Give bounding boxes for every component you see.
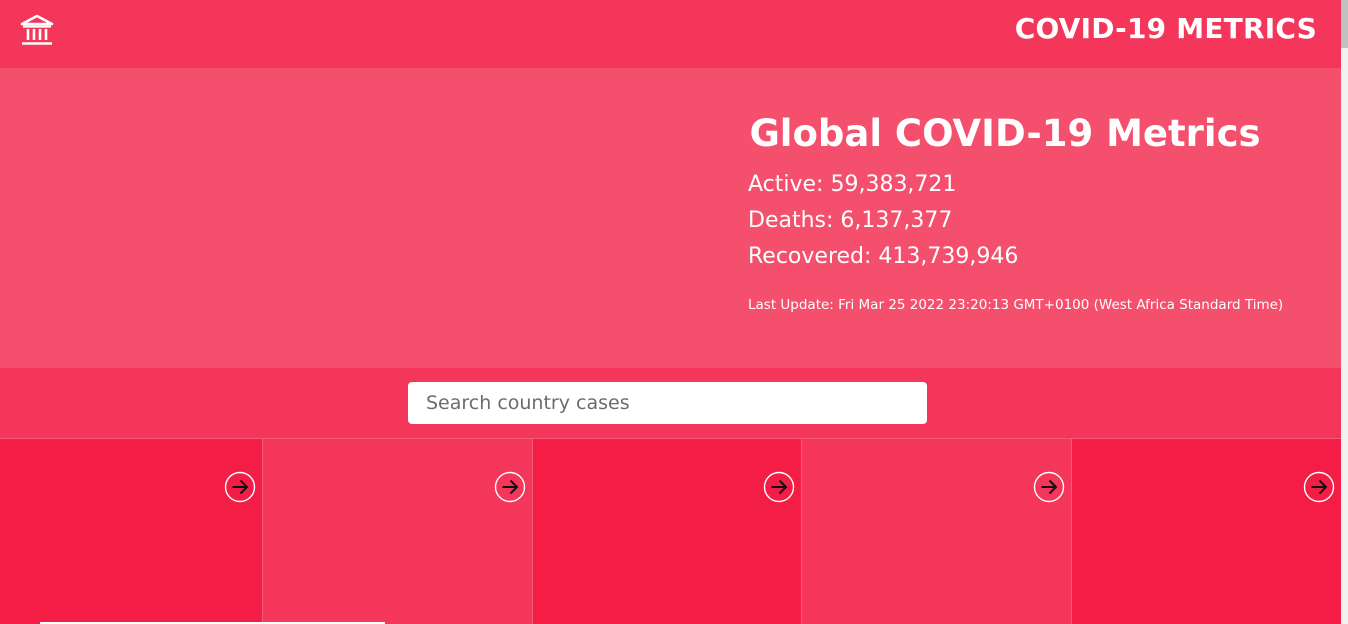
page-title: Global COVID-19 Metrics	[749, 112, 1261, 155]
active-count: Active: 59,383,721	[748, 172, 957, 197]
arrow-right-circle-icon[interactable]	[763, 471, 795, 503]
country-card[interactable]	[1072, 438, 1341, 624]
brand-title: COVID-19 METRICS	[1014, 12, 1317, 45]
deaths-count: Deaths: 6,137,377	[748, 208, 953, 233]
country-card[interactable]	[533, 438, 802, 624]
country-card[interactable]	[802, 438, 1072, 624]
arrow-right-circle-icon[interactable]	[1033, 471, 1065, 503]
country-card[interactable]	[0, 438, 263, 624]
country-card[interactable]	[263, 438, 533, 624]
search-input[interactable]	[408, 382, 927, 424]
arrow-right-circle-icon[interactable]	[224, 471, 256, 503]
arrow-right-circle-icon[interactable]	[494, 471, 526, 503]
country-cards-grid	[0, 438, 1341, 624]
search-bar-section	[0, 368, 1341, 438]
last-update-timestamp: Last Update: Fri Mar 25 2022 23:20:13 GM…	[748, 297, 1284, 313]
recovered-count: Recovered: 413,739,946	[748, 244, 1019, 269]
arrow-right-circle-icon[interactable]	[1303, 471, 1335, 503]
bank-building-icon[interactable]	[20, 14, 54, 48]
scrollbar-thumb[interactable]	[1341, 0, 1348, 48]
global-metrics-panel: Global COVID-19 Metrics Active: 59,383,7…	[0, 68, 1341, 368]
app-root: COVID-19 METRICS Global COVID-19 Metrics…	[0, 0, 1341, 624]
vertical-scrollbar[interactable]	[1341, 0, 1348, 624]
top-header: COVID-19 METRICS	[0, 0, 1341, 68]
